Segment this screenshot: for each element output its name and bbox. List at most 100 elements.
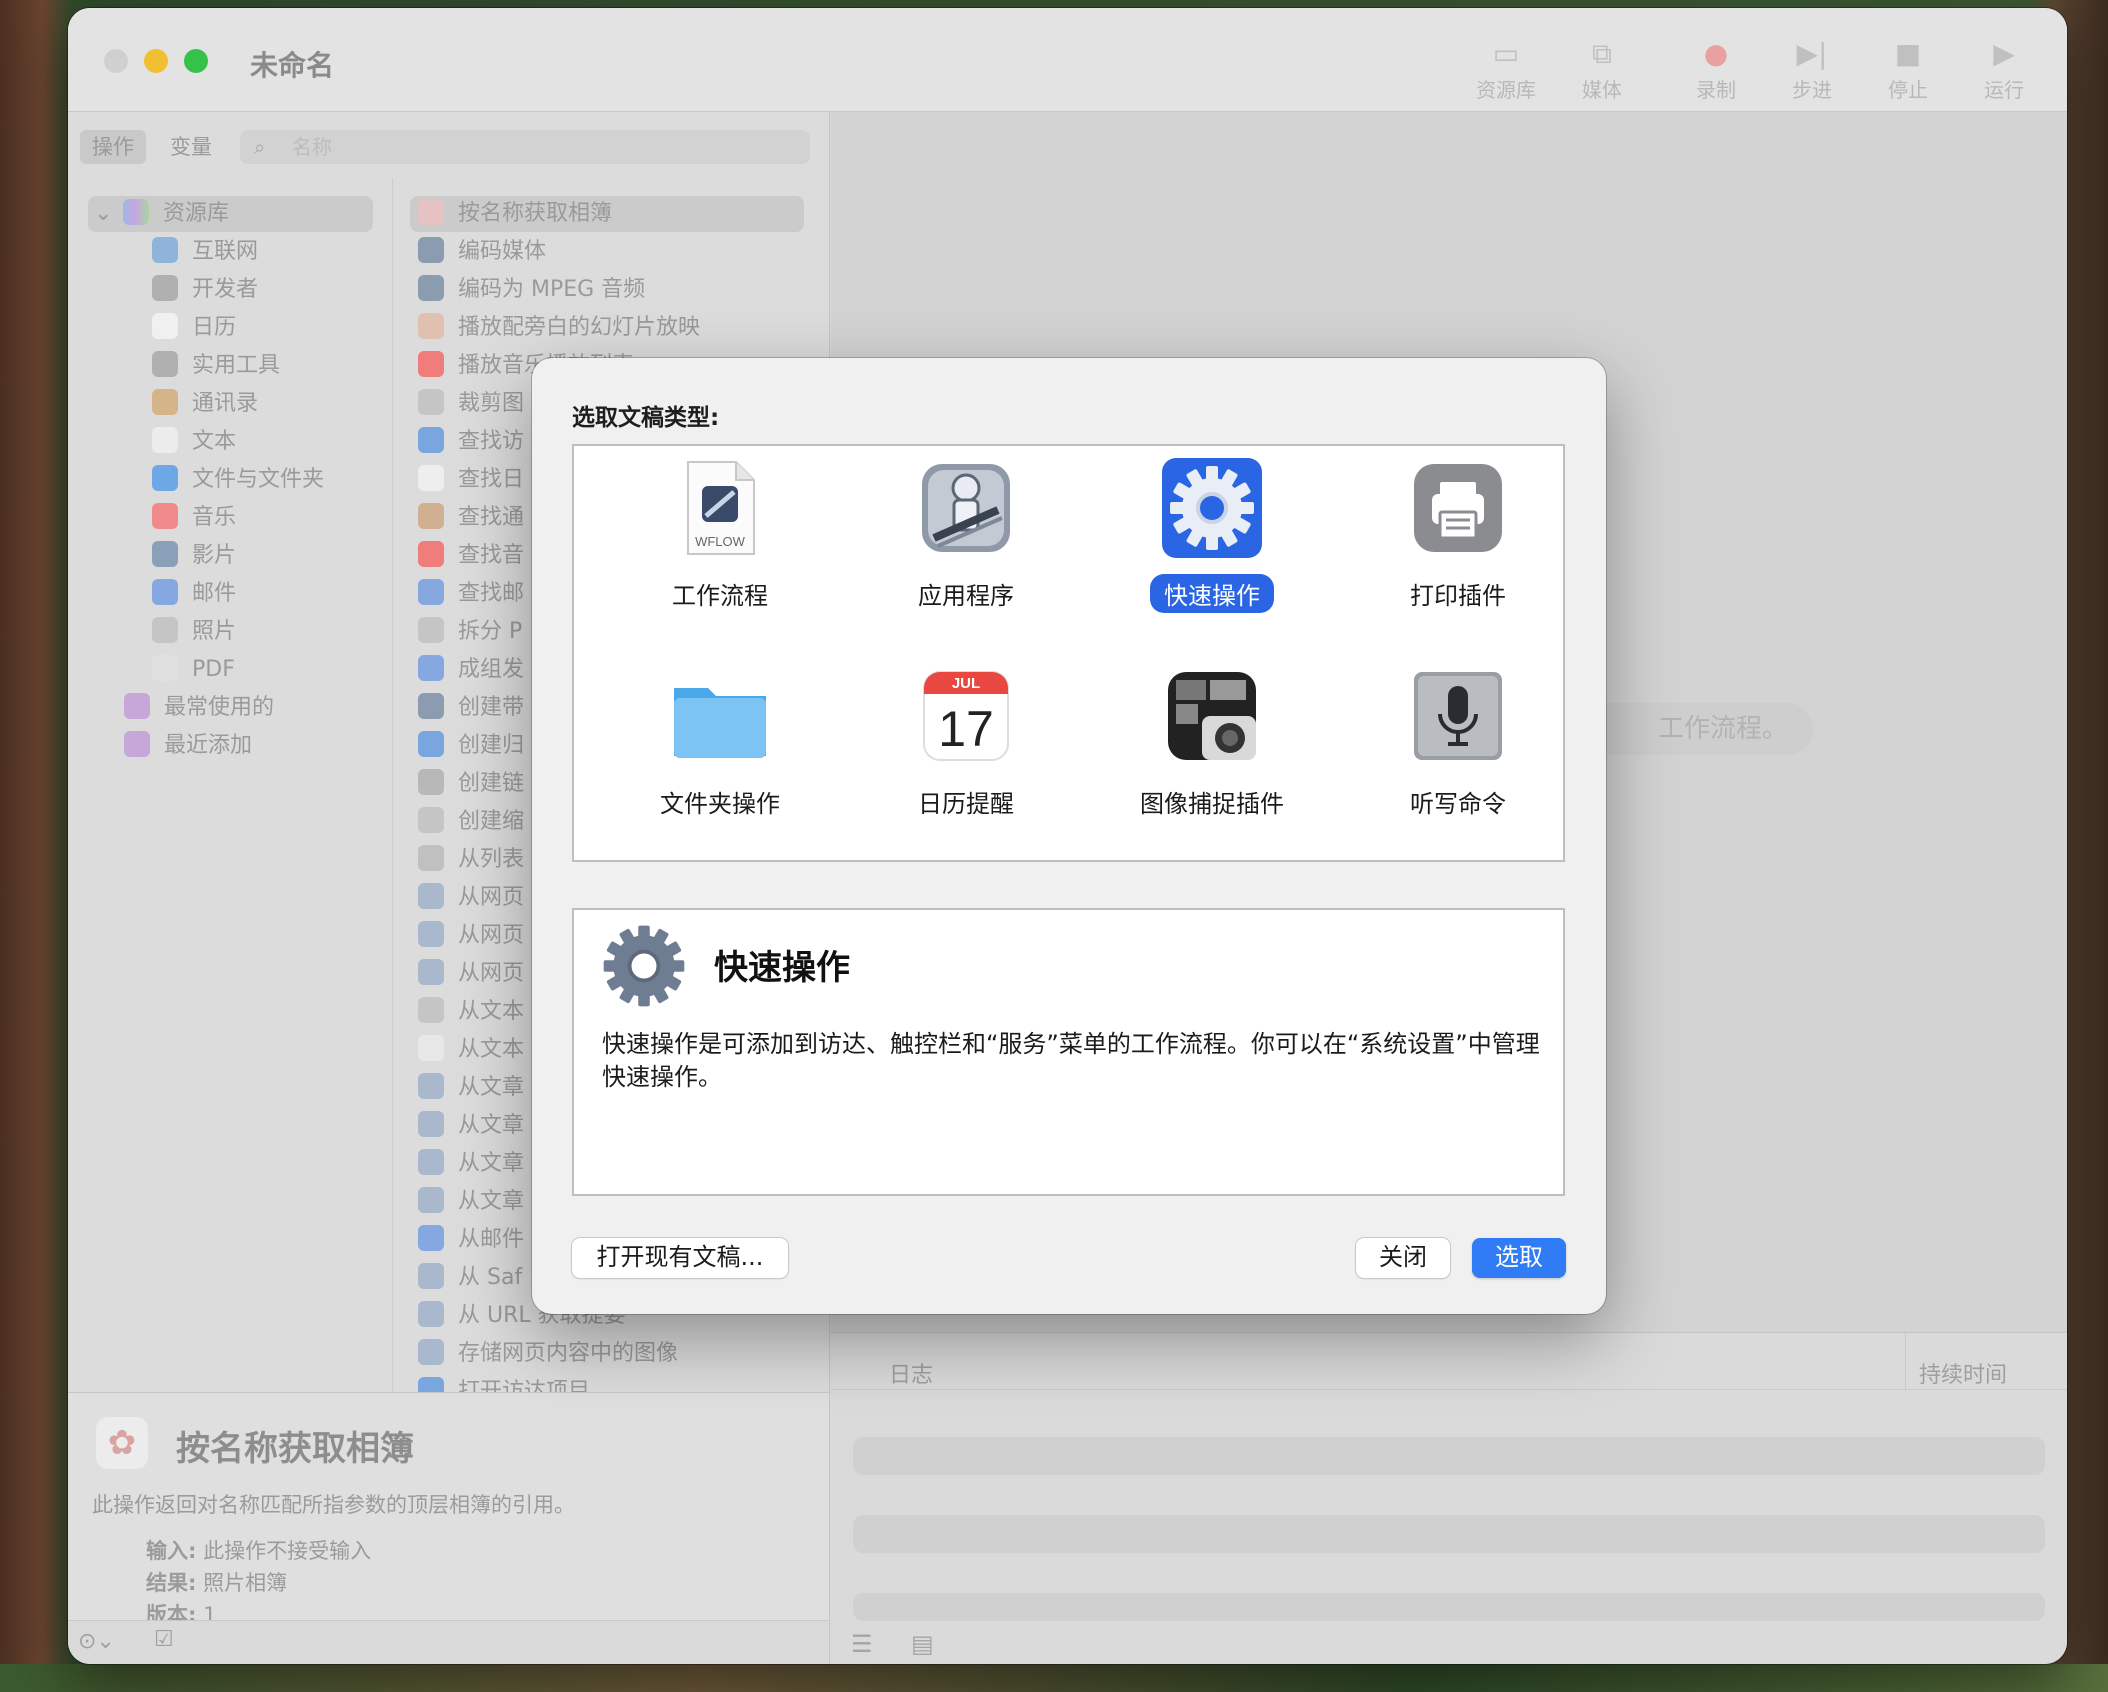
category-item[interactable]: 文件与文件夹 (152, 463, 324, 497)
doc-type-folder[interactable]: 文件夹操作 (610, 658, 830, 838)
action-item[interactable]: 从文本 (418, 1033, 524, 1067)
category-list: ⌄ 资源库 互联网开发者日历实用工具通讯录文本文件与文件夹 音乐影片邮件照片 PDF… (68, 178, 393, 1392)
list-view-icon[interactable]: ☰ (851, 1630, 873, 1658)
action-icon (418, 541, 444, 567)
printer-icon (1408, 458, 1508, 558)
action-icon (418, 1187, 444, 1213)
doc-type-printer[interactable]: 打印插件 (1348, 450, 1568, 630)
action-item[interactable]: 从文章 (418, 1185, 524, 1219)
column-divider (1905, 1333, 1906, 1389)
library-root[interactable]: ⌄ 资源库 (94, 197, 229, 231)
action-item[interactable]: 查找通 (418, 501, 524, 535)
action-item[interactable]: 查找邮 (418, 577, 524, 611)
smart-group-item[interactable]: 最常使用的 (124, 691, 274, 725)
svg-text:JUL: JUL (952, 675, 980, 692)
close-button[interactable]: 关闭 (1356, 1238, 1450, 1278)
doc-type-workflow-document[interactable]: WFLOW 工作流程 (610, 450, 830, 630)
zoom-window-button[interactable] (184, 49, 208, 73)
action-item[interactable]: 按名称获取相簿 (418, 197, 612, 231)
run-toolbar-button[interactable]: ▶ 运行 (1964, 34, 2044, 103)
close-window-button[interactable] (104, 49, 128, 73)
titlebar: 未命名 ▭ 资源库 ⧉ 媒体 ● 录制 ▶| 步进 ■ 停止 ▶ 运行 (68, 8, 2067, 112)
category-item[interactable]: 文本 (152, 425, 236, 459)
category-item[interactable]: 实用工具 (152, 349, 280, 383)
category-item[interactable]: PDF (152, 653, 235, 687)
doc-type-label: 文件夹操作 (660, 790, 780, 818)
minimize-window-button[interactable] (144, 49, 168, 73)
open-existing-button[interactable]: 打开现有文稿... (572, 1238, 788, 1278)
split-view-icon[interactable]: ▤ (911, 1630, 934, 1658)
action-item[interactable]: 查找访 (418, 425, 524, 459)
smart-group-item[interactable]: 最近添加 (124, 729, 252, 763)
action-item[interactable]: 创建缩 (418, 805, 524, 839)
log-column-header[interactable]: 日志 (889, 1357, 933, 1389)
action-item[interactable]: 编码媒体 (418, 235, 546, 269)
action-item[interactable]: 创建带 (418, 691, 524, 725)
action-item[interactable]: 从列表 (418, 843, 524, 877)
category-item[interactable]: 照片 (152, 615, 236, 649)
action-item[interactable]: 从网页 (418, 957, 524, 991)
doc-type-calendar[interactable]: JUL 17 日历提醒 (856, 658, 1076, 838)
doc-type-automator-robot[interactable]: 应用程序 (856, 450, 1076, 630)
action-item[interactable]: 编码为 MPEG 音频 (418, 273, 645, 307)
info-title: 快速操作 (714, 948, 850, 988)
action-item[interactable]: 创建归 (418, 729, 524, 763)
more-options-icon[interactable]: ⊙⌄ (78, 1629, 115, 1654)
tab-variables[interactable]: 变量 (158, 130, 224, 164)
action-item[interactable]: 从文章 (418, 1147, 524, 1181)
category-item[interactable]: 互联网 (152, 235, 258, 269)
action-item[interactable]: 创建链 (418, 767, 524, 801)
doc-type-label: 工作流程 (672, 582, 768, 610)
category-item[interactable]: 日历 (152, 311, 236, 345)
desktop-background (0, 1664, 2108, 1692)
library-toolbar-button[interactable]: ▭ 资源库 (1466, 34, 1546, 103)
media-toolbar-button[interactable]: ⧉ 媒体 (1562, 34, 1642, 103)
category-icon (152, 503, 178, 529)
category-item[interactable]: 音乐 (152, 501, 236, 535)
duration-column-header[interactable]: 持续时间 (1919, 1357, 2007, 1389)
stop-toolbar-button[interactable]: ■ 停止 (1868, 34, 1948, 103)
doc-type-gear[interactable]: 快速操作 (1102, 450, 1322, 630)
doc-type-microphone[interactable]: 听写命令 (1348, 658, 1568, 838)
doc-type-camera[interactable]: 图像捕捉插件 (1102, 658, 1322, 838)
search-input[interactable]: ⌕ 名称 (240, 130, 810, 164)
sidebar-icon: ▭ (1492, 37, 1520, 70)
action-item[interactable]: 从 Saf (418, 1261, 522, 1295)
action-item[interactable]: 查找日 (418, 463, 524, 497)
description-toggle-icon[interactable]: ☑ (154, 1627, 174, 1652)
step-icon: ▶| (1796, 37, 1828, 70)
smart-folder-icon (124, 693, 150, 719)
action-item[interactable]: 查找音 (418, 539, 524, 573)
category-icon (152, 541, 178, 567)
action-icon (418, 237, 444, 263)
category-icon (152, 313, 178, 339)
category-item[interactable]: 通讯录 (152, 387, 258, 421)
record-toolbar-button[interactable]: ● 录制 (1676, 34, 1756, 103)
action-icon (418, 1301, 444, 1327)
action-item[interactable]: 播放配旁白的幻灯片放映 (418, 311, 700, 345)
action-item[interactable]: 从文章 (418, 1109, 524, 1143)
step-toolbar-button[interactable]: ▶| 步进 (1772, 34, 1852, 103)
action-item[interactable]: 从网页 (418, 881, 524, 915)
category-item[interactable]: 邮件 (152, 577, 236, 611)
category-item[interactable]: 影片 (152, 539, 236, 573)
action-item[interactable]: 从邮件 (418, 1223, 524, 1257)
doc-type-label: 听写命令 (1410, 790, 1506, 818)
action-item[interactable]: 打开访达项目 (418, 1375, 590, 1392)
action-icon (418, 655, 444, 681)
action-item[interactable]: 从网页 (418, 919, 524, 953)
choose-button[interactable]: 选取 (1472, 1238, 1566, 1278)
action-item[interactable]: 从文章 (418, 1071, 524, 1105)
chevron-down-icon: ⌄ (94, 201, 113, 226)
action-icon (418, 503, 444, 529)
action-item[interactable]: 裁剪图 (418, 387, 524, 421)
log-row (853, 1593, 2045, 1621)
action-item[interactable]: 拆分 P (418, 615, 522, 649)
tab-actions[interactable]: 操作 (80, 130, 146, 164)
action-item[interactable]: 从文本 (418, 995, 524, 1029)
action-item[interactable]: 存储网页内容中的图像 (418, 1337, 678, 1371)
log-row (853, 1437, 2045, 1475)
category-icon (152, 617, 178, 643)
action-item[interactable]: 成组发 (418, 653, 524, 687)
category-item[interactable]: 开发者 (152, 273, 258, 307)
